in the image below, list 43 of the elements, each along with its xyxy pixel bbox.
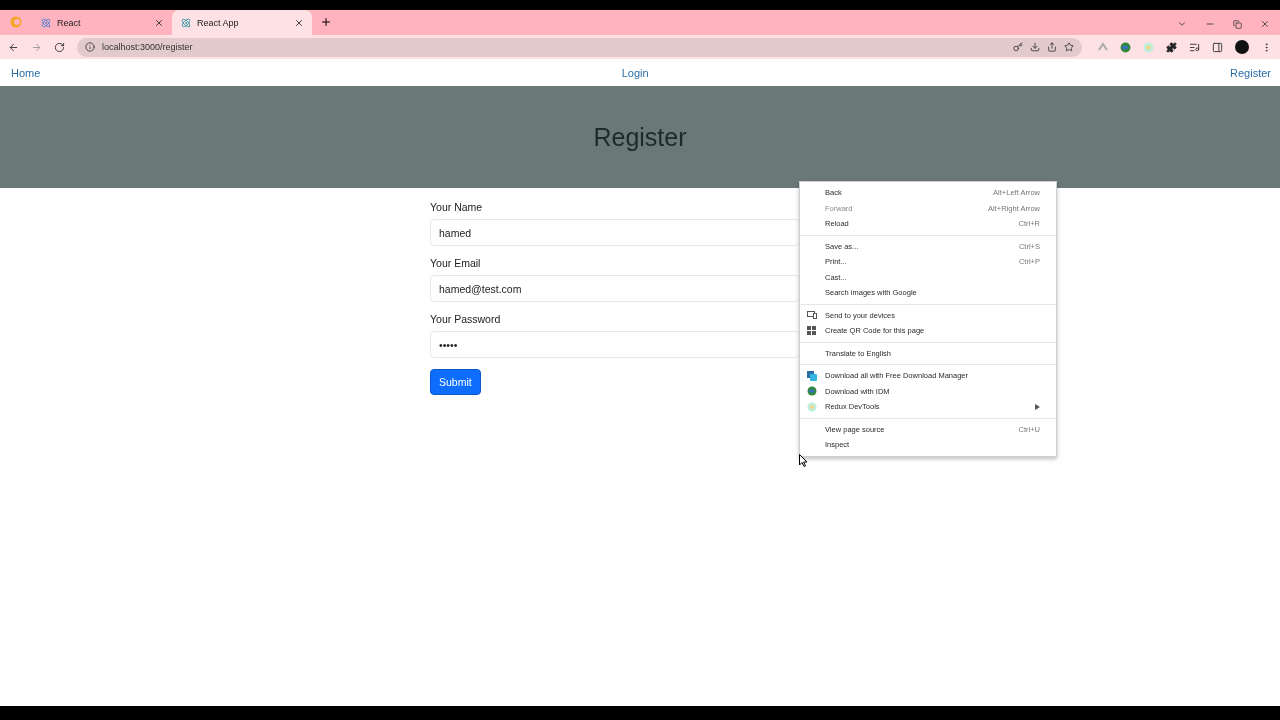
star-icon[interactable] (1064, 42, 1074, 52)
restore-icon[interactable] (1233, 19, 1242, 29)
nav-link[interactable]: Login (621, 66, 649, 79)
app-logo-icon (10, 16, 22, 28)
tab-title: React App (197, 17, 240, 28)
input-field[interactable]: ••••• (430, 331, 800, 358)
download-manager-icon (807, 370, 817, 381)
page-title: Register (593, 122, 687, 152)
field-label: Your Name (430, 201, 483, 213)
close-icon[interactable] (154, 17, 164, 28)
nav-link[interactable]: Register (1230, 66, 1271, 79)
redux-icon (807, 401, 817, 412)
tab-title: React (57, 17, 82, 28)
devices-icon (807, 311, 817, 320)
browser-tab[interactable]: React (32, 10, 172, 35)
side-panel-icon[interactable] (1212, 41, 1223, 53)
media-icon[interactable] (1189, 41, 1200, 53)
info-icon (85, 42, 95, 52)
react-icon (181, 17, 191, 28)
browser-tab[interactable]: React App (172, 10, 312, 35)
install-icon[interactable] (1030, 42, 1040, 52)
address-bar[interactable]: localhost:3000/register (77, 37, 1082, 57)
globe-icon[interactable] (1120, 41, 1131, 53)
qr-code-icon (807, 326, 816, 336)
react-icon (41, 17, 51, 28)
tab-search-icon[interactable] (1177, 19, 1187, 29)
input-field[interactable]: hamed (430, 219, 800, 246)
extensions-icon[interactable] (1166, 41, 1177, 53)
profile-avatar-icon[interactable] (1235, 40, 1249, 54)
nav-link[interactable]: Home (11, 66, 41, 79)
back-icon[interactable] (8, 41, 19, 53)
new-tab-icon[interactable] (320, 16, 332, 28)
field-label: Your Email (430, 257, 481, 269)
input-field[interactable]: hamed@test.com (430, 275, 800, 302)
close-icon[interactable] (1260, 19, 1270, 29)
address-text: localhost:3000/register (102, 42, 194, 52)
globe-icon (807, 386, 817, 397)
close-icon[interactable] (294, 17, 304, 28)
field-label: Your Password (430, 313, 501, 325)
key-icon[interactable] (1013, 42, 1023, 52)
reload-icon[interactable] (54, 41, 65, 53)
share-icon[interactable] (1047, 42, 1057, 52)
submit-button[interactable]: Submit (430, 369, 481, 395)
